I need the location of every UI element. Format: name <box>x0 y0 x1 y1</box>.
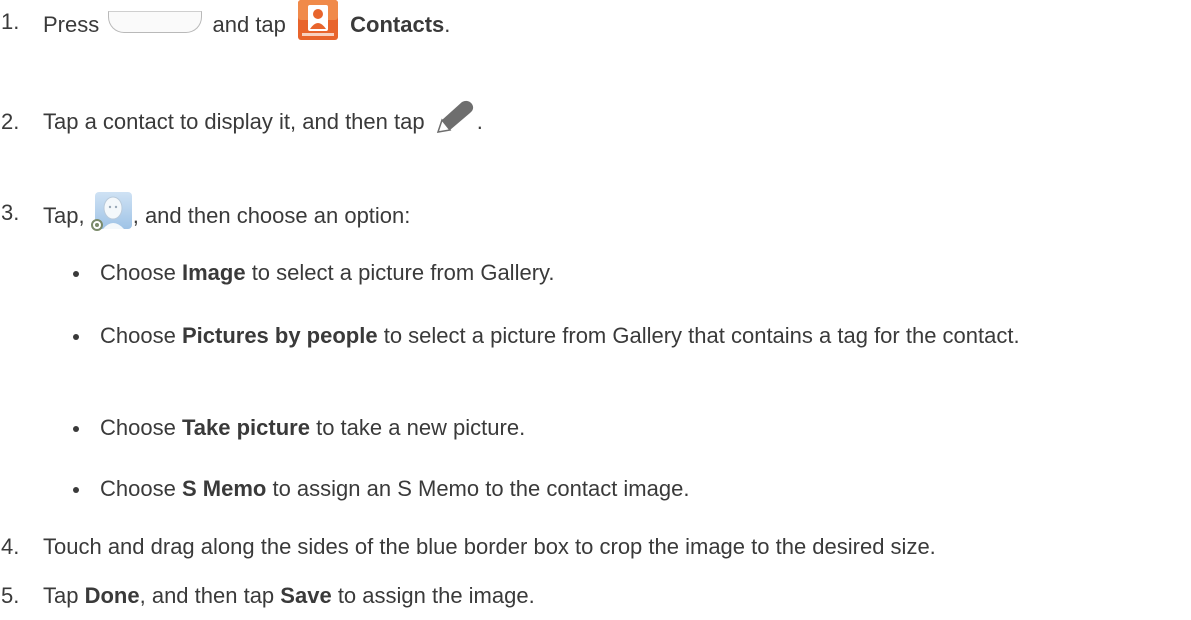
step-text: Press and tap Contacts. <box>43 0 451 46</box>
option-post: to select a picture from Gallery that co… <box>383 323 1020 348</box>
option-name: Image <box>181 260 246 285</box>
step-number: 4. <box>1 534 20 559</box>
instructions-page: 1. Press and tap Contacts. 2. Tap a cont… <box>0 0 1191 620</box>
step-text-pre: Tap, <box>43 202 85 228</box>
bullet-dot <box>73 426 79 432</box>
option-post: to take a new picture. <box>316 415 526 440</box>
step-text-main: Tap a contact to display it, and then ta… <box>43 109 425 134</box>
step-text-post: , and then choose an option: <box>132 202 411 228</box>
step-text: Tap Done, and then tap Save to assign th… <box>43 580 535 612</box>
option-post: to assign an S Memo to the contact image… <box>272 476 690 501</box>
pencil-edit-icon <box>436 101 473 134</box>
bullet-dot <box>73 334 79 340</box>
option-text: Choose Take picture to take a new pictur… <box>100 413 1190 443</box>
option-text: Choose S Memo to assign an S Memo to the… <box>100 474 1190 504</box>
option-name: Pictures by people <box>181 323 378 348</box>
step-number: 5. <box>1 583 20 608</box>
step-text-mid: and tap <box>212 11 286 37</box>
bullet-dot <box>73 271 79 277</box>
step-number: 1. <box>1 9 20 34</box>
step-bold-save: Save <box>280 583 332 608</box>
option-pre: Choose <box>100 323 176 348</box>
contacts-app-icon <box>298 0 339 40</box>
step-text: Tap, , and then choose an option: <box>43 192 411 237</box>
step-text-post: to assign the image. <box>337 583 535 608</box>
contact-photo-icon <box>90 192 132 231</box>
option-pre: Choose <box>100 415 176 440</box>
step-text-pre: Press <box>43 11 100 37</box>
step-bold-done: Done <box>84 583 140 608</box>
bullet-dot <box>73 487 79 493</box>
step-text-mid: , and then tap <box>139 583 275 608</box>
option-pre: Choose <box>100 476 176 501</box>
step-number: 3. <box>1 200 20 225</box>
option-name: Take picture <box>181 415 310 440</box>
step-text-pre: Tap <box>43 583 79 608</box>
option-name: S Memo <box>181 476 267 501</box>
option-text: Choose Image to select a picture from Ga… <box>100 258 1190 288</box>
step-text: Tap a contact to display it, and then ta… <box>43 101 483 140</box>
step-text-post: . <box>476 109 483 134</box>
step-number: 2. <box>1 109 20 134</box>
step-text-post: . <box>444 11 451 37</box>
option-text: Choose Pictures by people to select a pi… <box>100 321 1190 351</box>
home-key-icon <box>108 11 203 33</box>
step-bold: Contacts <box>350 11 445 37</box>
option-pre: Choose <box>100 260 176 285</box>
option-post: to select a picture from Gallery. <box>251 260 555 285</box>
step-text: Touch and drag along the sides of the bl… <box>43 534 936 559</box>
